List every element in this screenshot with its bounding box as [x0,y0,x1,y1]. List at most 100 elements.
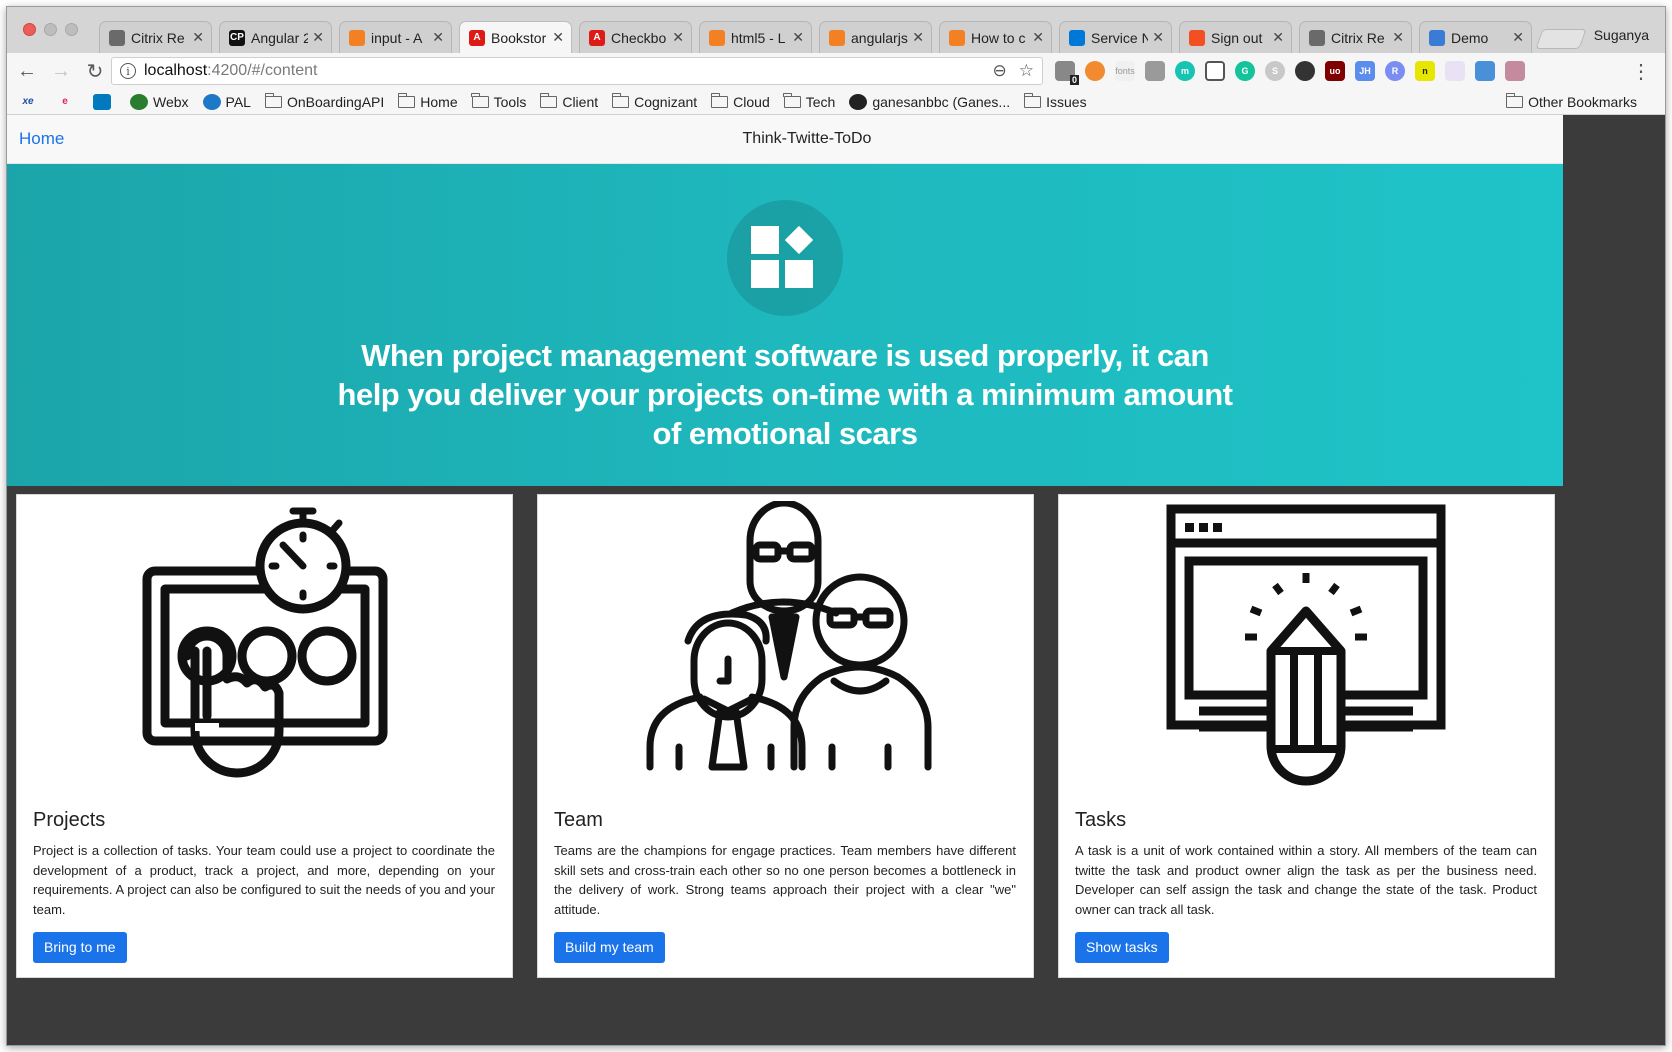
tab-title: Citrix Re [131,29,185,46]
tab[interactable]: Citrix Re ✕ [99,21,212,53]
info-icon[interactable]: i [120,63,136,79]
tab-close-icon[interactable]: ✕ [672,29,684,46]
extension-icons: 0 fonts m G S uo JH R n [1055,61,1525,85]
bookmark-item[interactable]: Issues [1023,92,1087,110]
citrix-icon [109,29,125,46]
address-bar[interactable]: i localhost:4200/#/content ⊖ ☆ [111,57,1043,85]
profile-name[interactable]: Suganya [1594,27,1649,43]
tab-close-icon[interactable]: ✕ [792,29,804,46]
tab[interactable]: Sign out ✕ [1179,21,1292,53]
stackoverflow-icon [829,29,845,46]
tab[interactable]: angularjs ✕ [819,21,932,53]
team-people-icon [538,499,1033,791]
download-extension-icon[interactable] [1475,61,1495,81]
projects-card: Projects Project is a collection of task… [16,494,513,978]
gray-extension-icon[interactable] [1145,61,1165,81]
tab-close-icon[interactable]: ✕ [912,29,924,46]
bookmark-item[interactable] [93,93,116,110]
bookmark-item[interactable]: Cloud [710,92,770,110]
bookmark-item[interactable]: Webx [130,93,189,110]
dark-extension-icon[interactable] [1295,61,1315,81]
tab-close-icon[interactable]: ✕ [1032,29,1044,46]
tab[interactable]: A Checkbo ✕ [579,21,692,53]
bookmark-star-icon[interactable]: ☆ [1019,61,1034,81]
bookmark-item[interactable]: OnBoardingAPI [264,92,385,110]
bookmark-item[interactable]: Client [539,92,599,110]
tab-title: Citrix Re [1331,29,1385,46]
bring-to-me-button[interactable]: Bring to me [33,932,127,963]
folder-icon [1023,92,1042,108]
tab-close-icon[interactable]: ✕ [192,29,204,46]
capture-extension-icon[interactable] [1205,61,1225,81]
fonts-extension-icon[interactable]: fonts [1115,61,1135,81]
bookmark-label: OnBoardingAPI [286,93,385,110]
tab-close-icon[interactable]: ✕ [432,29,444,46]
palette-extension-icon[interactable] [1445,61,1465,81]
bookmark-item[interactable]: Home [397,92,458,110]
forward-arrow-icon[interactable]: → [47,57,75,85]
stackoverflow-icon [709,29,725,46]
page-content: Home Think-Twitte-ToDo When project mana… [7,115,1563,1045]
tab-close-icon[interactable]: ✕ [1392,29,1404,46]
tab-close-icon[interactable]: ✕ [1152,29,1164,46]
tab[interactable]: How to c ✕ [939,21,1052,53]
folder-icon [471,92,489,108]
jh-extension-icon[interactable]: JH [1355,61,1375,81]
bookmark-label: Client [562,93,599,110]
tab-active[interactable]: A Bookstor ✕ [459,21,572,53]
tab[interactable]: html5 - L ✕ [699,21,812,53]
maximize-window-button[interactable] [65,23,78,36]
bookmark-item[interactable]: Cognizant [611,92,697,110]
bookmark-item[interactable]: PAL [202,93,251,110]
folder-icon [783,92,801,108]
orange-extension-icon[interactable] [1085,61,1105,81]
tab[interactable]: input - A ✕ [339,21,452,53]
app-brand: Think-Twitte-ToDo [742,130,872,147]
github-icon [849,93,868,110]
tab[interactable]: Demo ✕ [1419,21,1532,53]
bookmark-item[interactable]: ganesanbbc (Ganes... [849,93,1010,110]
other-bookmarks[interactable]: Other Bookmarks [1505,93,1637,110]
build-my-team-button[interactable]: Build my team [554,932,665,963]
back-arrow-icon[interactable]: ← [13,57,41,85]
card-text: Teams are the champions for engage pract… [554,843,1016,917]
s-extension-icon[interactable]: S [1265,61,1285,81]
tab-close-icon[interactable]: ✕ [1272,29,1284,46]
reload-icon[interactable]: ↻ [81,57,109,85]
r-extension-icon[interactable]: R [1385,61,1405,81]
microsoft-icon [1189,29,1205,46]
tab-close-icon[interactable]: ✕ [552,29,564,46]
bookmark-item[interactable]: xe [19,94,42,110]
avatar-extension-icon[interactable] [1505,61,1525,81]
clipboard-extension-icon[interactable]: 0 [1055,61,1079,85]
folder-icon [539,92,558,108]
close-window-button[interactable] [23,23,36,36]
windows-icon [1069,29,1085,46]
url-host: localhost [144,62,208,79]
tab[interactable]: Service N ✕ [1059,21,1172,53]
bookmark-item[interactable]: Tools [471,92,526,110]
grammarly-icon[interactable]: G [1235,61,1255,81]
folder-icon [710,92,729,108]
browser-toolbar: ← → ↻ i localhost:4200/#/content ⊖ ☆ 0 f… [7,53,1665,89]
show-tasks-button[interactable]: Show tasks [1075,932,1169,963]
n-extension-icon[interactable]: n [1415,61,1435,81]
ublock-icon[interactable]: uo [1325,61,1345,81]
angular-icon: A [589,29,605,46]
folder-icon [1505,93,1524,108]
bookmark-item[interactable]: Tech [783,92,835,110]
minimize-window-button[interactable] [44,23,57,36]
zoom-icon[interactable]: ⊖ [993,61,1007,81]
stackoverflow-icon [349,29,365,46]
tab[interactable]: Citrix Re ✕ [1299,21,1412,53]
menu-dots-icon[interactable]: ⋮ [1631,59,1651,84]
tab-title: html5 - L [731,29,786,46]
other-bookmarks-label: Other Bookmarks [1528,94,1637,110]
m-extension-icon[interactable]: m [1175,61,1195,81]
new-tab-button[interactable] [1535,29,1587,49]
tab-close-icon[interactable]: ✕ [1512,29,1524,46]
tab-close-icon[interactable]: ✕ [312,29,324,46]
bookmark-item[interactable]: e [56,94,79,110]
tab-title: angularjs [851,29,908,46]
tab[interactable]: CP Angular 2 ✕ [219,21,332,53]
